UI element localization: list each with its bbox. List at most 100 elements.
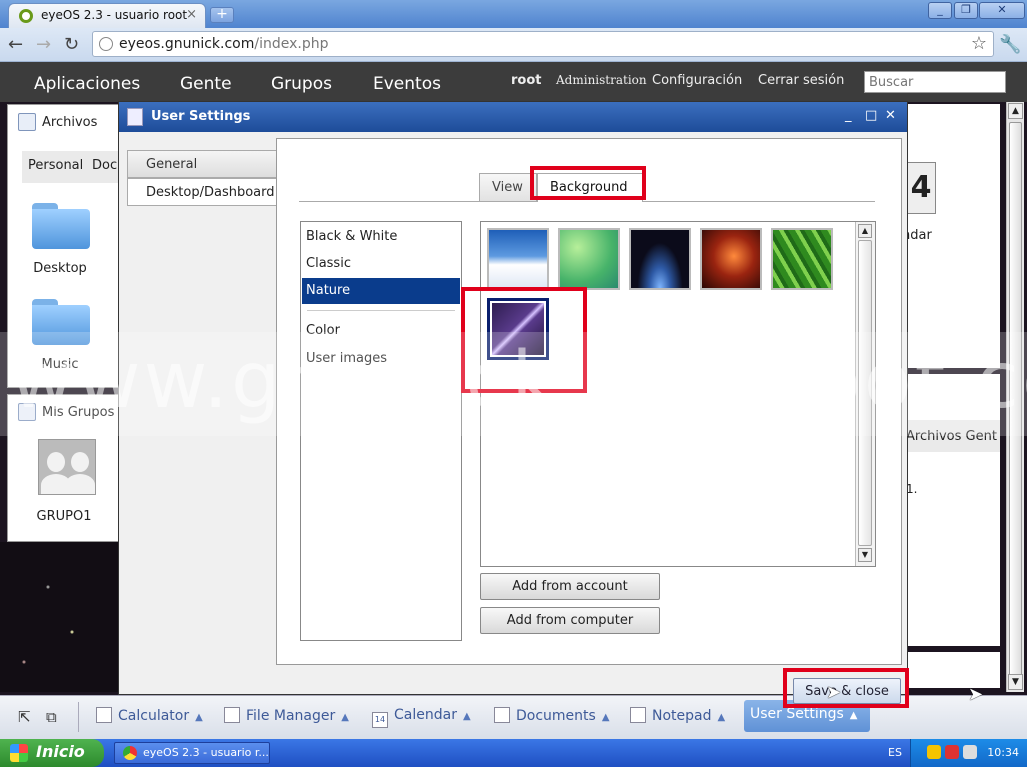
security-shield-icon[interactable]: [927, 745, 941, 759]
files-tab-documents[interactable]: Doc: [92, 158, 117, 173]
search-input[interactable]: [864, 71, 1006, 93]
url-path: /index.php: [254, 36, 329, 52]
cerrar-sesion-link[interactable]: Cerrar sesión: [758, 73, 844, 88]
dialog-minimize-icon[interactable]: _: [845, 108, 852, 123]
minimize-all-icon[interactable]: ⇱: [18, 708, 31, 726]
chrome-icon: [123, 746, 137, 760]
task-calendar-label: Calendar: [394, 707, 457, 723]
tab-background[interactable]: Background: [537, 173, 643, 202]
user-name[interactable]: root: [511, 73, 542, 88]
menu-grupos[interactable]: Grupos: [271, 74, 332, 94]
administration-link[interactable]: Administration: [556, 73, 647, 87]
eyeos-top-bar: Aplicaciones Gente Grupos Eventos root A…: [0, 62, 1027, 102]
browser-toolbar: ← → ↻ eyeos.gnunick.com/index.php ☆ 🔧: [0, 28, 1027, 62]
thumb-scroll-up-icon[interactable]: ▲: [858, 224, 872, 238]
dialog-title: User Settings: [151, 109, 251, 124]
thumb-scroll-down-icon[interactable]: ▼: [858, 548, 872, 562]
tab-close-icon[interactable]: ×: [186, 7, 197, 22]
calendar-small-icon: 14: [372, 712, 388, 728]
start-label: Inicio: [36, 742, 85, 761]
language-indicator[interactable]: ES: [888, 746, 902, 759]
green-abstract-thumbnail[interactable]: [558, 228, 620, 290]
add-from-computer-button[interactable]: Add from computer: [480, 607, 660, 634]
wrench-icon[interactable]: 🔧: [999, 34, 1021, 55]
browser-tab-bar: eyeOS 2.3 - usuario root × + _ ❐ ✕: [0, 0, 1027, 28]
menu-gente[interactable]: Gente: [180, 74, 232, 94]
scroll-down-arrow-icon[interactable]: ▼: [1008, 674, 1023, 690]
window-restore-button[interactable]: ❐: [954, 2, 978, 19]
bookmark-star-icon[interactable]: ☆: [971, 33, 987, 54]
task-file-manager[interactable]: File Manager ▲: [224, 707, 349, 724]
window-close-button[interactable]: ✕: [979, 2, 1025, 19]
dialog-close-icon[interactable]: ✕: [885, 108, 896, 123]
earth-from-space-thumbnail[interactable]: [629, 228, 691, 290]
task-notepad-label: Notepad: [652, 708, 712, 724]
watermark-text: www.gnunick.blogspot.com: [0, 332, 1027, 436]
new-tab-button[interactable]: +: [210, 7, 234, 23]
category-classic[interactable]: Classic: [302, 251, 460, 277]
tab-desktop-dashboard[interactable]: Desktop/Dashboard: [127, 178, 279, 206]
tab-view[interactable]: View: [479, 173, 537, 202]
calendar-widget: 4 ndar: [902, 104, 1000, 368]
browser-tab-title: eyeOS 2.3 - usuario root: [41, 8, 188, 22]
calendar-icon[interactable]: 4: [906, 162, 936, 214]
task-documents-label: Documents: [516, 708, 596, 724]
switch-windows-icon[interactable]: ⧉: [46, 708, 57, 726]
menu-eventos[interactable]: Eventos: [373, 74, 441, 94]
window-minimize-button[interactable]: _: [928, 2, 952, 19]
files-widget-tabs: Personal Doc: [22, 151, 132, 183]
task-calculator-label: Calculator: [118, 708, 190, 724]
category-black-white[interactable]: Black & White: [302, 224, 460, 250]
task-arrow-icon: ▲: [601, 712, 610, 723]
task-notepad[interactable]: Notepad ▲: [630, 707, 725, 724]
category-nature[interactable]: Nature: [302, 278, 460, 304]
tab-general[interactable]: General: [127, 150, 277, 178]
green-leaves-thumbnail[interactable]: [771, 228, 833, 290]
dialog-maximize-icon[interactable]: □: [865, 108, 877, 123]
configuracion-link[interactable]: Configuración: [652, 73, 742, 88]
file-manager-icon: [224, 707, 240, 723]
url-text: eyeos.gnunick.com/index.php: [119, 36, 329, 52]
files-widget-title: Archivos: [42, 115, 98, 130]
task-user-settings[interactable]: User Settings ▲: [744, 700, 870, 732]
menu-aplicaciones[interactable]: Aplicaciones: [34, 74, 140, 94]
task-arrow-icon: ▲: [849, 710, 858, 721]
add-from-account-button[interactable]: Add from account: [480, 573, 660, 600]
volume-icon[interactable]: [963, 745, 977, 759]
windows-task-label: eyeOS 2.3 - usuario r...: [143, 746, 269, 759]
group-avatar-icon[interactable]: [38, 439, 96, 495]
files-widget-icon: [18, 113, 36, 131]
task-arrow-icon: ▲: [717, 712, 726, 723]
network-icon[interactable]: [945, 745, 959, 759]
task-arrow-icon: ▲: [341, 712, 349, 723]
reload-icon[interactable]: ↻: [64, 34, 79, 55]
desktop-folder-icon[interactable]: [32, 203, 90, 249]
task-calculator[interactable]: Calculator ▲: [96, 707, 203, 724]
scroll-up-arrow-icon[interactable]: ▲: [1008, 103, 1023, 119]
task-arrow-icon: ▲: [462, 711, 471, 722]
clouds-thumbnail[interactable]: [487, 228, 549, 290]
dialog-titlebar[interactable]: User Settings _ □ ✕: [119, 102, 907, 132]
task-calendar[interactable]: 14 Calendar ▲: [372, 707, 471, 728]
red-nebula-thumbnail[interactable]: [700, 228, 762, 290]
task-documents[interactable]: Documents ▲: [494, 707, 610, 724]
group-name[interactable]: GRUPO1: [24, 509, 104, 524]
system-tray: 10:34: [910, 739, 1027, 767]
browser-tab[interactable]: eyeOS 2.3 - usuario root ×: [8, 3, 206, 28]
desktop-wallpaper: [0, 542, 120, 692]
category-divider: [307, 310, 455, 311]
settings-document-icon: [127, 108, 143, 126]
windows-task-browser[interactable]: eyeOS 2.3 - usuario r...: [114, 742, 270, 764]
files-tab-personal[interactable]: Personal: [28, 158, 83, 173]
start-button[interactable]: Inicio: [0, 739, 104, 767]
back-arrow-icon[interactable]: ←: [8, 34, 23, 55]
task-user-settings-label: User Settings: [750, 706, 844, 722]
save-close-button[interactable]: Save & close: [793, 678, 901, 704]
taskbar-separator: [78, 702, 79, 732]
task-arrow-icon: ▲: [195, 712, 203, 723]
documents-icon: [494, 707, 510, 723]
eyeos-favicon-icon: [19, 9, 33, 23]
calculator-icon: [96, 707, 112, 723]
address-bar[interactable]: eyeos.gnunick.com/index.php ☆: [92, 31, 994, 57]
forward-arrow-icon[interactable]: →: [36, 34, 51, 55]
